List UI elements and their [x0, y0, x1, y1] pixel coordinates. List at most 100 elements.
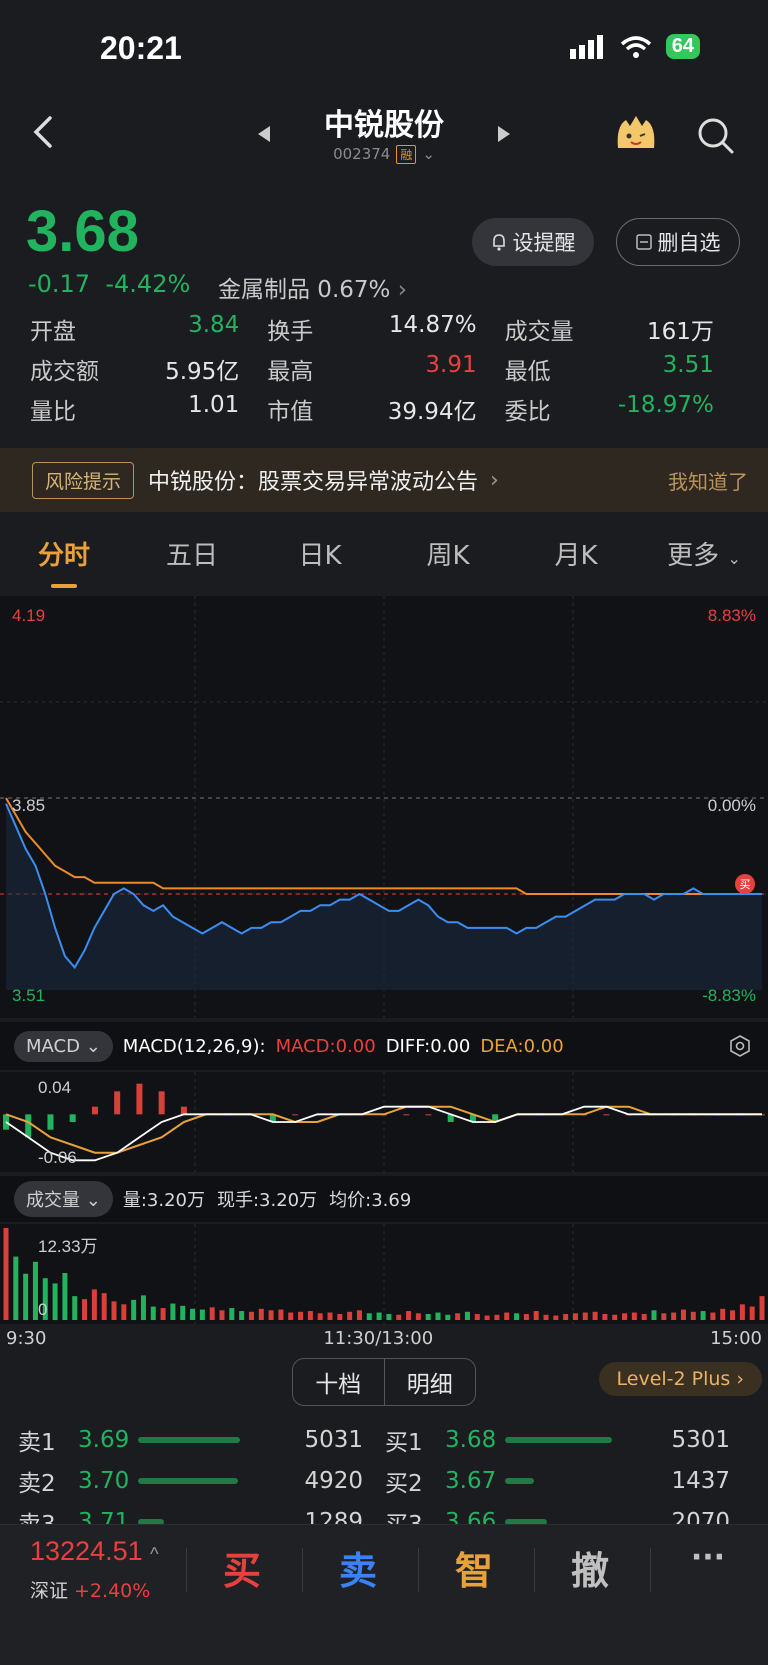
volume-bar — [131, 1299, 137, 1320]
axis-mid-price: 3.85 — [12, 796, 46, 815]
buy-button[interactable]: 买 — [184, 1540, 300, 1595]
volume-bar — [337, 1314, 343, 1320]
macd-header: MACD ⌄ MACD(12,26,9): MACD:0.00 DIFF:0.0… — [0, 1022, 768, 1070]
volume-chart[interactable] — [0, 1224, 768, 1324]
stat-label: 成交量 — [504, 319, 574, 345]
volume-bar — [425, 1314, 431, 1320]
stock-code: 002374 — [333, 145, 391, 163]
remove-watchlist-label: 删自选 — [657, 231, 721, 255]
volume-bar — [199, 1309, 205, 1320]
volume-bar — [494, 1314, 500, 1320]
axis-mid-pct: 0.00% — [707, 796, 756, 815]
orderbook-switch: 十档 明细 — [292, 1358, 476, 1406]
macd-value: MACD:0.00 — [275, 1035, 376, 1057]
macd-bar — [47, 1114, 54, 1130]
stat-value: 3.84 — [188, 312, 240, 338]
chart-tabs: 分时 五日 日K 周K 月K 更多 ⌄ — [0, 535, 768, 588]
risk-banner[interactable]: 风险提示 中锐股份：股票交易异常波动公告 › 我知道了 — [0, 448, 768, 512]
tab-weekly-k[interactable]: 周K — [384, 535, 512, 572]
macd-bar — [25, 1114, 32, 1138]
volume-bar — [180, 1305, 186, 1320]
sell-level-price: 3.70 — [78, 1468, 130, 1494]
volume-bar — [720, 1308, 726, 1320]
axis-low-pct: -8.83% — [702, 986, 756, 1005]
minus-square-icon — [635, 234, 652, 250]
tab-five-day[interactable]: 五日 — [128, 535, 256, 572]
buy-marker-label: 买 — [739, 878, 751, 891]
volume-bar — [23, 1273, 29, 1320]
volume-zero-label: 0 — [38, 1300, 48, 1319]
volume-bar — [62, 1272, 68, 1320]
tab-more[interactable]: 更多 ⌄ — [640, 535, 768, 572]
tab-monthly-k[interactable]: 月K — [512, 535, 640, 572]
more-button[interactable]: ··· — [650, 1540, 766, 1575]
stat-item: 委比 -18.97% — [505, 392, 742, 426]
stat-label: 成交额 — [30, 359, 99, 385]
volume-bar — [582, 1312, 588, 1320]
chevron-right-icon: › — [490, 467, 499, 493]
volume-bar — [347, 1311, 353, 1320]
stat-item: 开盘 3.84 — [30, 312, 267, 346]
macd-chart[interactable] — [0, 1072, 768, 1172]
level2-button[interactable]: Level-2 Plus › — [598, 1362, 762, 1396]
stats-row: 成交额 5.95亿 最高 3.91 最低 3.51 — [30, 352, 742, 386]
volume-bar — [730, 1310, 736, 1320]
dismiss-button[interactable]: 我知道了 — [668, 466, 748, 495]
wifi-icon — [620, 35, 651, 58]
tab-ten-levels[interactable]: 十档 — [293, 1359, 385, 1405]
stat-value: 5.95亿 — [165, 359, 240, 385]
volume-bar — [268, 1310, 274, 1320]
macd-bar — [91, 1106, 98, 1115]
tab-daily-k[interactable]: 日K — [256, 535, 384, 572]
next-stock-icon[interactable] — [496, 124, 512, 144]
volume-value: 量:3.20万 — [122, 1190, 205, 1211]
volume-bar — [101, 1293, 107, 1320]
stat-value: 1.01 — [188, 392, 240, 418]
stats-row: 开盘 3.84 换手 14.87% 成交量 161万 — [30, 312, 742, 346]
macd-selector[interactable]: MACD ⌄ — [14, 1030, 113, 1062]
search-icon[interactable] — [696, 116, 736, 156]
chevron-right-icon: › — [397, 277, 407, 303]
volume-bar — [553, 1315, 559, 1320]
volume-bar — [406, 1311, 412, 1320]
volume-bar — [612, 1314, 618, 1320]
set-alert-label: 设提醒 — [512, 231, 576, 255]
volume-bar — [680, 1309, 686, 1320]
chevron-down-icon: ⌄ — [727, 549, 741, 568]
stat-label: 市值 — [267, 399, 314, 425]
buy-marker[interactable]: 买 — [735, 874, 755, 894]
orderbook-row[interactable]: 卖2 3.70 4920 买2 3.67 1437 — [18, 1461, 752, 1501]
volume-bar — [602, 1314, 608, 1320]
orderbook-row[interactable]: 卖1 3.69 5031 买1 3.68 5301 — [18, 1420, 752, 1460]
set-alert-button[interactable]: 设提醒 — [472, 218, 594, 266]
macd-selector-label: MACD — [26, 1035, 80, 1057]
buy-level-volume: 5301 — [671, 1427, 730, 1453]
buy-level-label: 买1 — [385, 1430, 423, 1456]
average-price-line — [5, 797, 762, 895]
sell-button[interactable]: 卖 — [300, 1540, 416, 1595]
tab-details[interactable]: 明细 — [385, 1359, 476, 1405]
settings-icon[interactable] — [728, 1034, 752, 1058]
buy-level-volume: 1437 — [671, 1468, 730, 1494]
buy-level-price: 3.68 — [445, 1427, 497, 1453]
volume-bar — [298, 1311, 304, 1320]
macd-bar — [69, 1114, 76, 1122]
volume-bar — [464, 1311, 470, 1320]
volume-selector[interactable]: 成交量 ⌄ — [14, 1181, 113, 1217]
average-price: 均价:3.69 — [329, 1190, 412, 1211]
cancel-button[interactable]: 撤 — [532, 1540, 648, 1595]
remove-watchlist-button[interactable]: 删自选 — [616, 218, 740, 266]
macd-bar — [136, 1083, 143, 1115]
index-value[interactable]: 13224.51 ^ — [30, 1536, 159, 1567]
tab-intraday[interactable]: 分时 — [0, 535, 128, 588]
volume-bar — [386, 1314, 392, 1320]
buy-level-label: 买2 — [385, 1471, 423, 1497]
smart-button[interactable]: 智 — [416, 1540, 532, 1595]
stat-label: 最低 — [504, 359, 551, 385]
mascot-icon[interactable] — [612, 112, 660, 156]
volume-bar — [739, 1304, 745, 1320]
volume-bar — [641, 1314, 647, 1320]
volume-bar — [631, 1312, 637, 1320]
sector-link[interactable]: 金属制品 0.67% › — [218, 270, 407, 304]
price-chart[interactable] — [0, 596, 768, 1018]
